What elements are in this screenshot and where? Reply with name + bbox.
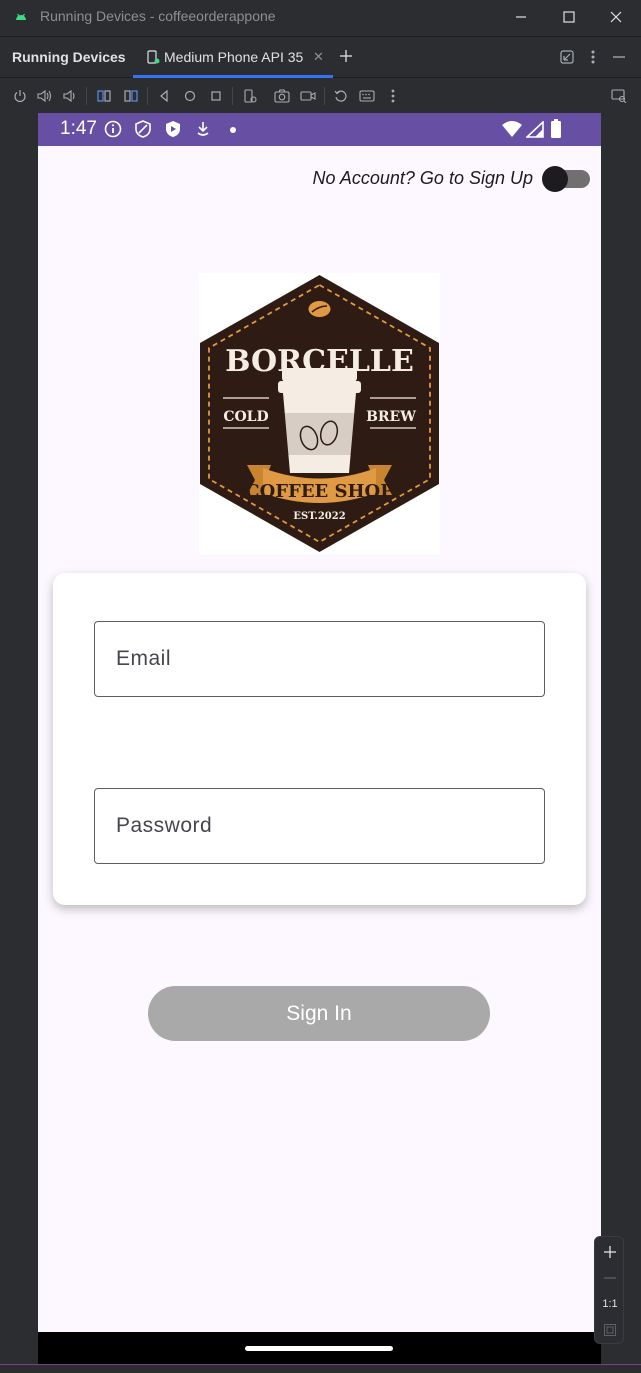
phone-screen[interactable]: 1:47 No Account? Go to Sign Up BORCELLE …: [38, 113, 601, 1364]
volume-down-icon: [63, 89, 75, 103]
login-card: Email Password: [53, 573, 586, 905]
options-button[interactable]: [584, 48, 602, 66]
fit-screen-button[interactable]: [595, 1317, 625, 1343]
back-button[interactable]: [155, 87, 173, 105]
collapse-icon: [560, 50, 574, 64]
reset-button[interactable]: [332, 87, 350, 105]
rotate-right-button[interactable]: [122, 87, 140, 105]
email-field[interactable]: Email: [94, 621, 545, 697]
camera-icon: [274, 89, 290, 103]
password-field[interactable]: Password: [94, 788, 545, 864]
screenshot-button[interactable]: [273, 87, 291, 105]
minimize-icon: [516, 16, 526, 18]
emulator-toolbar: [0, 79, 641, 113]
home-button[interactable]: [181, 87, 199, 105]
logo-banner-text: COFFEE SHOP: [245, 481, 394, 502]
maximize-icon: [563, 11, 575, 23]
minimize-panel-icon: [613, 56, 625, 58]
add-device-button[interactable]: [337, 47, 355, 65]
plus-icon: [604, 1246, 616, 1258]
power-button[interactable]: [11, 87, 29, 105]
tab-medium-phone[interactable]: Medium Phone API 35 ✕: [133, 37, 333, 78]
logo-est-text: EST.2022: [293, 511, 345, 522]
home-gesture-handle[interactable]: [245, 1346, 393, 1351]
more-vertical-icon: [591, 50, 595, 64]
coffee-cup-icon: [278, 368, 361, 473]
reset-icon: [334, 90, 347, 102]
status-bar: 1:47: [38, 113, 601, 146]
signup-toggle-label: No Account? Go to Sign Up: [312, 168, 533, 188]
fit-screen-icon: [604, 1324, 616, 1336]
panel-title: Running Devices: [12, 49, 126, 65]
toggle-thumb: [542, 166, 568, 192]
tab-label: Medium Phone API 35: [164, 49, 304, 65]
screen-record-button[interactable]: [299, 87, 317, 105]
notification-dot-icon: [230, 127, 236, 133]
zoom-out-button[interactable]: [595, 1265, 625, 1291]
keyboard-icon: [359, 90, 375, 102]
logo-graphic: BORCELLE COLD BREW COFFEE SHOP EST.2022: [200, 275, 439, 552]
play-protect-icon: [166, 121, 180, 137]
back-icon: [160, 90, 168, 102]
window-title: Running Devices - coffeeorderappone: [40, 8, 276, 24]
download-icon: [197, 122, 209, 136]
volume-up-button[interactable]: [36, 87, 54, 105]
overview-icon: [211, 91, 221, 101]
plus-icon: [340, 50, 352, 62]
email-label: Email: [116, 647, 172, 670]
sign-in-label: Sign In: [286, 1001, 352, 1025]
status-time: 1:47: [60, 118, 97, 139]
toolbar-separator: [324, 87, 325, 105]
close-icon: [610, 11, 622, 23]
android-icon: [16, 13, 26, 20]
actual-size-button[interactable]: 1:1: [595, 1291, 625, 1317]
status-strip: [0, 1364, 641, 1373]
volume-up-icon: [37, 89, 52, 103]
logo-right-text: BREW: [366, 409, 416, 425]
close-window-button[interactable]: [593, 0, 639, 34]
signup-toggle[interactable]: [542, 166, 590, 192]
home-icon: [184, 90, 196, 102]
borcelle-logo: BORCELLE COLD BREW COFFEE SHOP EST.2022: [199, 273, 440, 554]
logo-left-text: COLD: [223, 409, 268, 425]
tab-bar: Running Devices Medium Phone API 35 ✕: [0, 36, 641, 78]
shield-icon: [135, 120, 151, 138]
toolbar-separator: [232, 87, 233, 105]
more-vertical-icon: [391, 89, 395, 103]
toolbar-separator: [86, 87, 87, 105]
device-mirror-button[interactable]: [610, 87, 628, 105]
rotate-left-icon: [97, 90, 111, 102]
collapse-button[interactable]: [558, 48, 576, 66]
maximize-button[interactable]: [546, 0, 592, 34]
title-bar: Running Devices - coffeeorderappone: [0, 0, 641, 34]
device-icon: [147, 50, 160, 64]
keyboard-button[interactable]: [358, 87, 376, 105]
rotate-left-button[interactable]: [95, 87, 113, 105]
sign-in-button[interactable]: Sign In: [148, 986, 490, 1041]
minimize-button[interactable]: [498, 0, 544, 34]
tab-close-icon[interactable]: ✕: [313, 50, 324, 65]
info-icon: [104, 120, 122, 138]
device-settings-button[interactable]: [241, 87, 259, 105]
video-icon: [300, 91, 316, 101]
zoom-in-button[interactable]: [595, 1239, 625, 1265]
wifi-icon: [502, 121, 522, 137]
device-settings-icon: [244, 89, 257, 103]
coffee-bean-icon: [308, 301, 331, 317]
battery-icon: [551, 119, 561, 138]
password-label: Password: [116, 814, 213, 837]
device-mirror-icon: [611, 89, 627, 103]
rotate-right-icon: [124, 90, 138, 102]
zoom-controls: 1:1: [594, 1236, 624, 1344]
volume-down-button[interactable]: [61, 87, 79, 105]
more-actions-button[interactable]: [384, 87, 402, 105]
power-icon: [14, 90, 26, 103]
minus-icon: [604, 1277, 616, 1279]
cellular-signal-icon: [526, 121, 544, 138]
overview-button[interactable]: [207, 87, 225, 105]
hide-panel-button[interactable]: [610, 48, 628, 66]
toolbar-separator: [147, 87, 148, 105]
gesture-nav-bar: [38, 1332, 601, 1364]
